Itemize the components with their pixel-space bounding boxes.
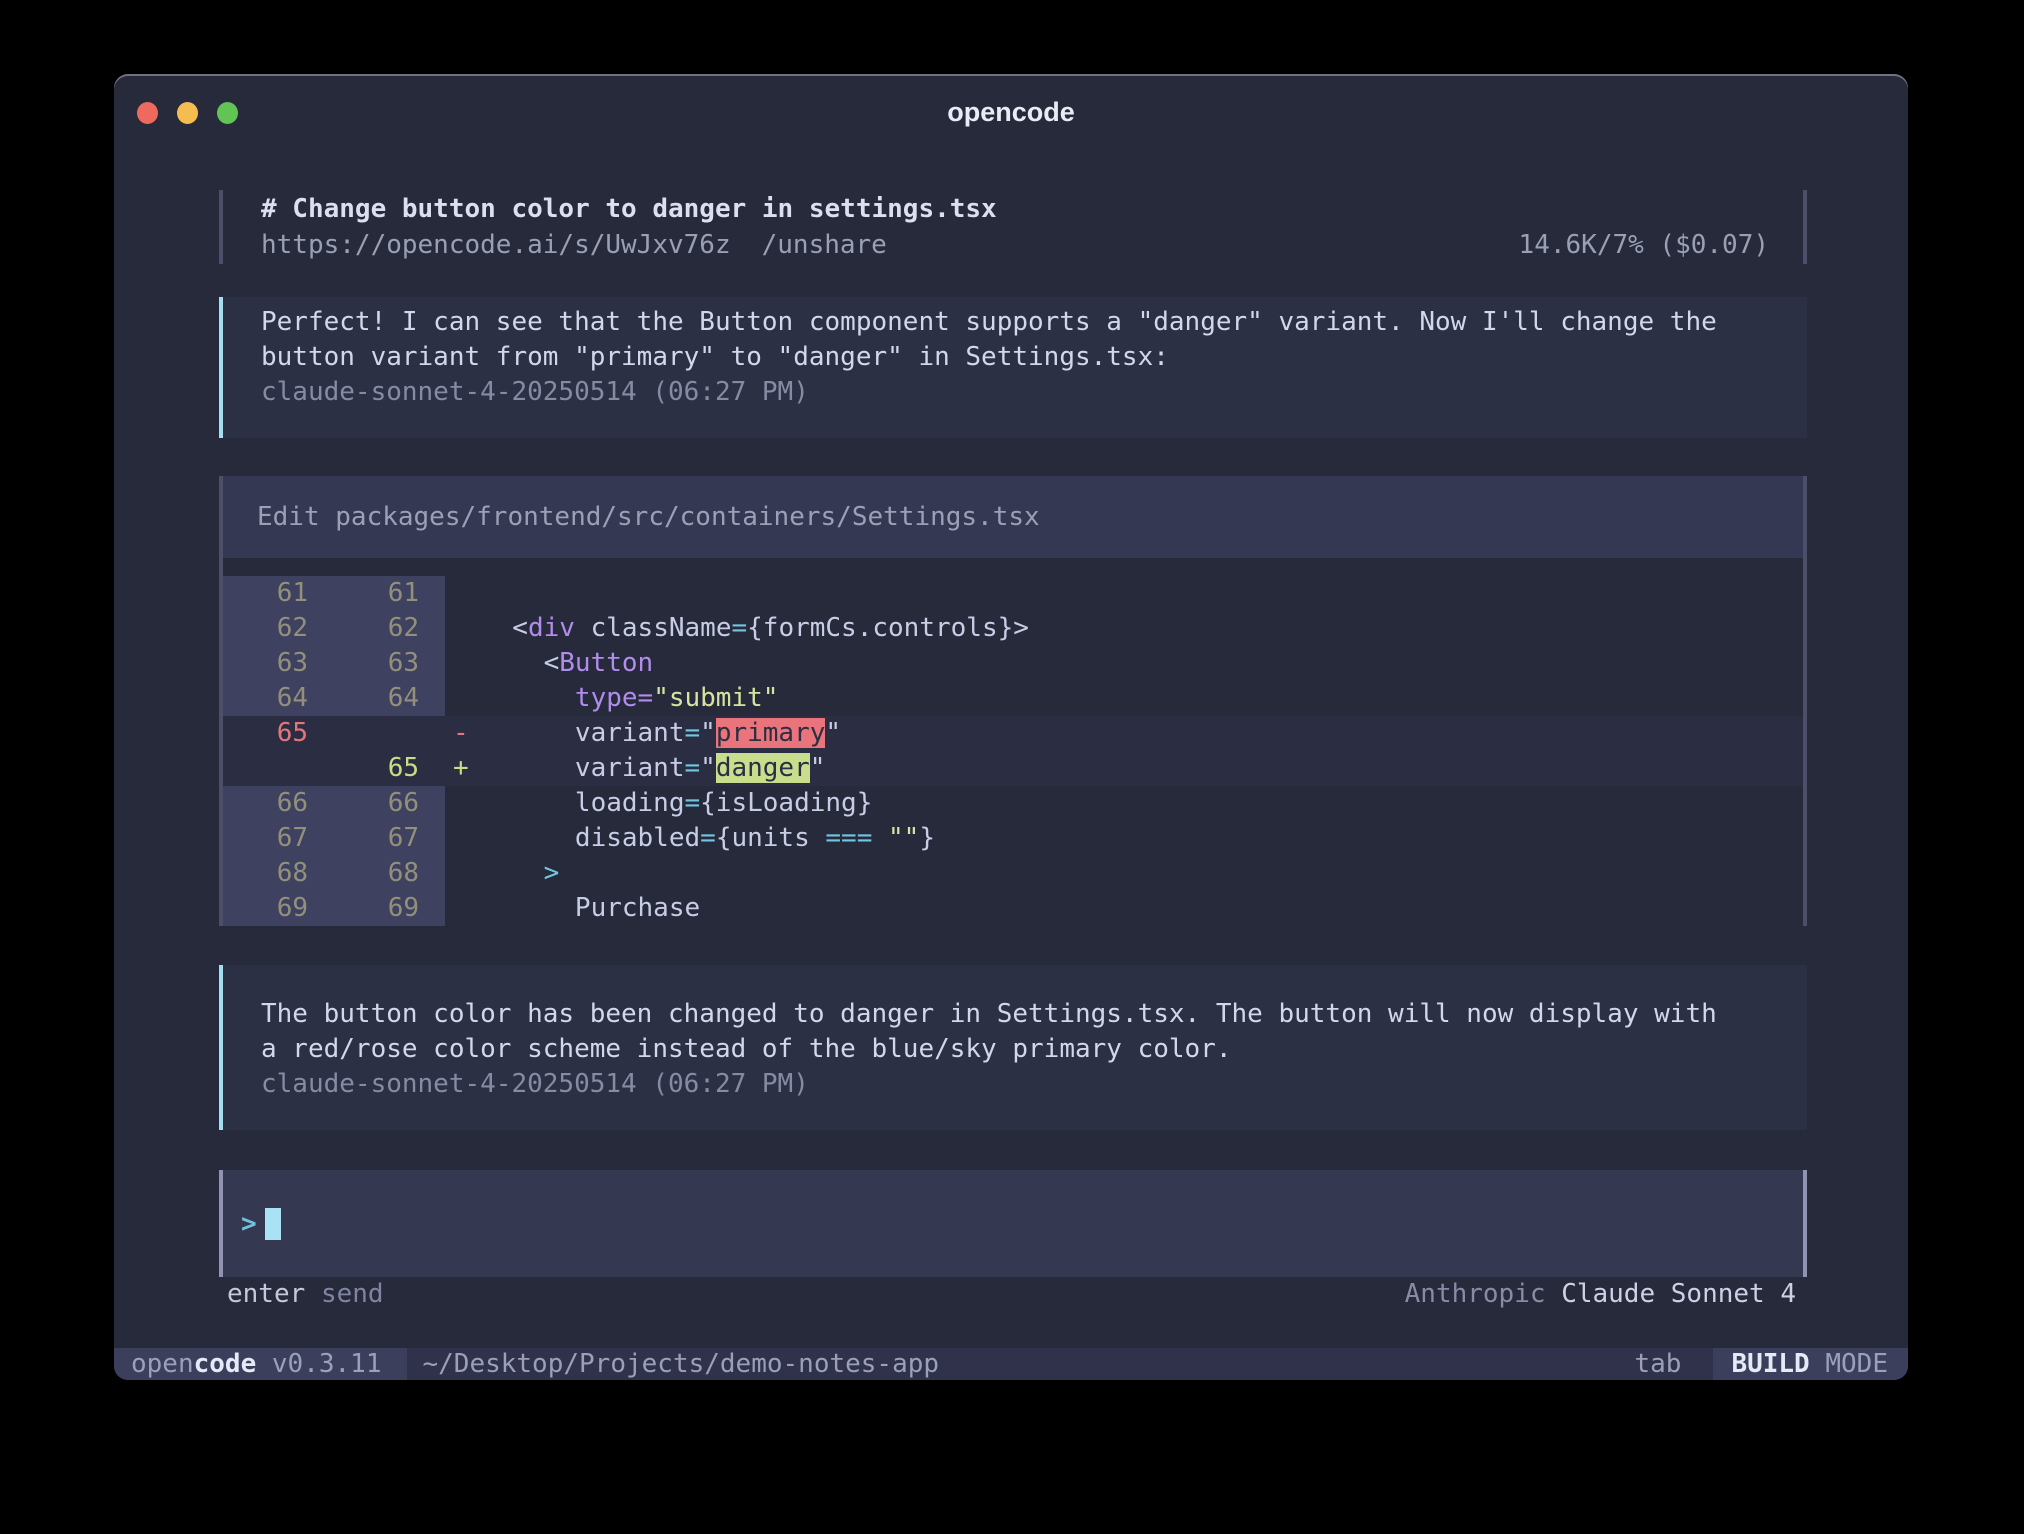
diff-marker xyxy=(445,576,481,611)
diff-marker xyxy=(445,821,481,856)
old-line-number: 68 xyxy=(223,856,334,891)
diff-row: 6363 <Button xyxy=(223,646,1803,681)
model-label: Claude Sonnet 4 xyxy=(1561,1279,1796,1309)
diff-marker xyxy=(445,611,481,646)
mode-secondary: MODE xyxy=(1810,1349,1888,1379)
session-header: # Change button color to danger in setti… xyxy=(219,190,1807,264)
code-line: <Button xyxy=(481,646,1803,681)
titlebar: opencode xyxy=(114,74,1908,150)
new-line-number: 65 xyxy=(334,751,445,786)
new-line-number xyxy=(334,716,445,751)
new-line-number: 66 xyxy=(334,786,445,821)
diff-marker: - xyxy=(445,716,481,751)
app-window: opencode # Change button color to danger… xyxy=(114,74,1908,1380)
code-line: > xyxy=(481,856,1803,891)
model-indicator[interactable]: Anthropic Claude Sonnet 4 xyxy=(1405,1277,1796,1312)
enter-key-label: enter xyxy=(227,1279,305,1309)
message-model-meta: claude-sonnet-4-20250514 (06:27 PM) xyxy=(261,1067,1773,1102)
code-line: <div className={formCs.controls}> xyxy=(481,611,1803,646)
diff-row: 65 - variant="primary" xyxy=(223,716,1803,751)
old-line-number xyxy=(223,751,334,786)
new-line-number: 61 xyxy=(334,576,445,611)
old-line-number: 67 xyxy=(223,821,334,856)
new-line-number: 64 xyxy=(334,681,445,716)
diff-row: 6262 <div className={formCs.controls}> xyxy=(223,611,1803,646)
diff-marker xyxy=(445,681,481,716)
status-spacer xyxy=(939,1348,1634,1380)
diff-row: 6868 > xyxy=(223,856,1803,891)
diff-view: 61616262 <div className={formCs.controls… xyxy=(223,576,1803,926)
old-line-number: 69 xyxy=(223,891,334,926)
diff-row: 6161 xyxy=(223,576,1803,611)
assistant-message: Perfect! I can see that the Button compo… xyxy=(219,297,1807,438)
code-line xyxy=(481,576,1803,611)
status-bar: opencode v0.3.11 ~/Desktop/Projects/demo… xyxy=(114,1348,1908,1380)
app-version: v0.3.11 xyxy=(256,1349,381,1379)
context-stats: 14.6K/7% ($0.07) xyxy=(1519,227,1769,263)
message-text: Perfect! I can see that the Button compo… xyxy=(261,305,1773,375)
edit-tool-header: Edit packages/frontend/src/containers/Se… xyxy=(223,476,1803,558)
send-hint: enter send xyxy=(227,1277,384,1312)
text-cursor xyxy=(265,1208,281,1240)
send-action-label: send xyxy=(321,1279,384,1309)
diff-marker xyxy=(445,856,481,891)
diff-marker: + xyxy=(445,751,481,786)
old-line-number: 62 xyxy=(223,611,334,646)
new-line-number: 67 xyxy=(334,821,445,856)
diff-row: 6767 disabled={units === ""} xyxy=(223,821,1803,856)
diff-row: 6464 type="submit" xyxy=(223,681,1803,716)
diff-row: 65+ variant="danger" xyxy=(223,751,1803,786)
mode-toggle[interactable]: BUILD MODE xyxy=(1713,1348,1908,1380)
share-url[interactable]: https://opencode.ai/s/UwJxv76z xyxy=(261,227,731,263)
edit-tool-block: Edit packages/frontend/src/containers/Se… xyxy=(219,476,1807,926)
old-line-number: 61 xyxy=(223,576,334,611)
assistant-message: The button color has been changed to dan… xyxy=(219,965,1807,1130)
message-model-meta: claude-sonnet-4-20250514 (06:27 PM) xyxy=(261,375,1773,410)
window-title: opencode xyxy=(114,74,1908,150)
hint-row: enter send Anthropic Claude Sonnet 4 xyxy=(219,1277,1807,1312)
app-name-open: open xyxy=(131,1349,194,1379)
old-line-number: 66 xyxy=(223,786,334,821)
code-line: variant="danger" xyxy=(481,751,1803,786)
app-name-code: code xyxy=(194,1349,257,1379)
old-line-number: 65 xyxy=(223,716,334,751)
new-line-number: 63 xyxy=(334,646,445,681)
new-line-number: 62 xyxy=(334,611,445,646)
diff-row: 6666 loading={isLoading} xyxy=(223,786,1803,821)
new-line-number: 68 xyxy=(334,856,445,891)
mode-primary: BUILD xyxy=(1731,1349,1809,1379)
code-line: disabled={units === ""} xyxy=(481,821,1803,856)
message-text: The button color has been changed to dan… xyxy=(261,997,1773,1067)
old-line-number: 64 xyxy=(223,681,334,716)
diff-marker xyxy=(445,786,481,821)
diff-row: 6969 Purchase xyxy=(223,891,1803,926)
code-line: Purchase xyxy=(481,891,1803,926)
edit-gap xyxy=(223,558,1803,576)
working-directory: ~/Desktop/Projects/demo-notes-app xyxy=(422,1348,939,1380)
new-line-number: 69 xyxy=(334,891,445,926)
code-line: variant="primary" xyxy=(481,716,1803,751)
diff-marker xyxy=(445,891,481,926)
tab-key-hint[interactable]: tab xyxy=(1634,1348,1681,1380)
code-line: loading={isLoading} xyxy=(481,786,1803,821)
unshare-command[interactable]: /unshare xyxy=(762,227,887,263)
code-line: type="submit" xyxy=(481,681,1803,716)
prompt-symbol: > xyxy=(241,1209,257,1239)
old-line-number: 63 xyxy=(223,646,334,681)
app-version-segment: opencode v0.3.11 xyxy=(114,1348,407,1380)
provider-label: Anthropic xyxy=(1405,1279,1546,1309)
diff-marker xyxy=(445,646,481,681)
prompt-input[interactable]: > xyxy=(219,1170,1807,1277)
session-title: # Change button color to danger in setti… xyxy=(261,191,1769,227)
